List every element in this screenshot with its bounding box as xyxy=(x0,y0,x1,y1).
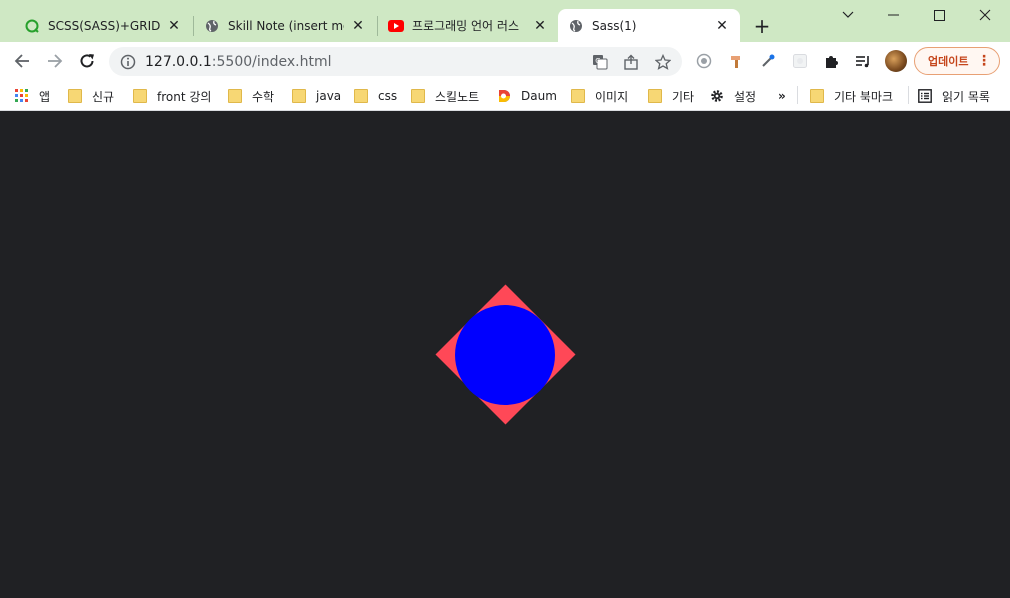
tab-strip: SCSS(SASS)+GRID+FL ✕ Skill Note (insert … xyxy=(0,0,1010,42)
bookmark-folder[interactable]: css xyxy=(354,85,397,107)
bookmark-star-icon[interactable] xyxy=(654,53,672,71)
close-icon[interactable]: ✕ xyxy=(532,18,548,34)
bookmark-folder[interactable]: 기타 xyxy=(648,85,694,107)
tab-title: SCSS(SASS)+GRID+FL xyxy=(48,18,160,33)
tab-title: Sass(1) xyxy=(592,18,637,33)
close-icon[interactable]: ✕ xyxy=(350,18,366,34)
extension-circle-icon[interactable] xyxy=(694,51,714,71)
bookmarks-overflow-button[interactable]: » xyxy=(778,85,786,107)
update-button[interactable]: 업데이트 ⋮ xyxy=(914,47,1000,75)
overflow-icon: » xyxy=(778,89,786,103)
bookmark-separator xyxy=(797,86,798,104)
gear-icon xyxy=(710,89,724,103)
tab-youtube[interactable]: 프로그래밍 언어 러스 ✕ xyxy=(378,9,558,42)
url-text[interactable]: 127.0.0.1:5500/index.html xyxy=(145,54,332,70)
address-bar[interactable]: 127.0.0.1:5500/index.html G xyxy=(109,47,682,76)
folder-icon xyxy=(133,89,147,103)
page-viewport xyxy=(0,112,1010,598)
forward-button[interactable] xyxy=(43,49,67,73)
url-host: 127.0.0.1 xyxy=(145,53,212,70)
youtube-icon xyxy=(388,18,404,34)
tab-scss-grid[interactable]: SCSS(SASS)+GRID+FL ✕ xyxy=(14,9,192,42)
bookmark-label: 설정 xyxy=(734,89,757,104)
bookmark-folder[interactable]: 이미지 xyxy=(571,85,628,107)
bookmark-folder[interactable]: front 강의 xyxy=(133,85,211,107)
maximize-button[interactable] xyxy=(916,0,962,30)
apps-grid-icon xyxy=(15,89,29,103)
folder-icon xyxy=(411,89,425,103)
bookmark-label: 읽기 목록 xyxy=(942,89,990,104)
bookmark-folder[interactable]: java xyxy=(292,85,341,107)
svg-text:G: G xyxy=(595,57,600,65)
sparkle-icon[interactable] xyxy=(790,51,810,71)
info-icon[interactable] xyxy=(120,54,136,70)
chevron-down-icon[interactable] xyxy=(825,0,871,30)
close-icon[interactable]: ✕ xyxy=(166,18,182,34)
reload-button[interactable] xyxy=(75,49,99,73)
bookmark-settings[interactable]: 설정 xyxy=(710,85,756,107)
folder-icon xyxy=(228,89,242,103)
bookmark-label: front 강의 xyxy=(157,89,212,104)
minimize-button[interactable] xyxy=(870,0,916,30)
browser-toolbar: 127.0.0.1:5500/index.html G 업데이트 ⋮ xyxy=(0,42,1010,80)
bookmark-label: 수학 xyxy=(252,89,275,104)
folder-icon xyxy=(68,89,82,103)
media-queue-icon[interactable] xyxy=(853,51,873,71)
tab-title: Skill Note (insert mod xyxy=(228,18,344,33)
back-button[interactable] xyxy=(10,49,34,73)
tab-skill-note[interactable]: Skill Note (insert mod ✕ xyxy=(194,9,376,42)
more-menu-icon[interactable]: ⋮ xyxy=(977,53,991,69)
new-tab-button[interactable]: + xyxy=(750,14,774,38)
folder-icon xyxy=(648,89,662,103)
bookmark-other-folder[interactable]: 기타 북마크 xyxy=(810,85,893,107)
blue-circle-shape xyxy=(455,305,555,405)
eyedropper-icon[interactable] xyxy=(758,51,778,71)
bookmark-apps[interactable]: 앱 xyxy=(15,85,50,107)
bookmark-label: 기타 북마크 xyxy=(834,89,894,104)
bookmark-label: css xyxy=(378,89,398,103)
green-circle-icon xyxy=(24,18,40,34)
bookmark-label: 신규 xyxy=(92,89,115,104)
folder-icon xyxy=(810,89,824,103)
folder-icon xyxy=(354,89,368,103)
share-icon[interactable] xyxy=(622,53,640,71)
tab-title: 프로그래밍 언어 러스 xyxy=(412,19,519,33)
bookmark-folder[interactable]: 스킬노트 xyxy=(411,85,479,107)
translate-icon[interactable]: G xyxy=(591,53,609,71)
globe-icon xyxy=(568,18,584,34)
bookmark-label: java xyxy=(316,89,342,103)
globe-icon xyxy=(204,18,220,34)
bookmark-label: 스킬노트 xyxy=(435,89,480,104)
bookmark-label: 앱 xyxy=(39,89,51,104)
close-window-button[interactable] xyxy=(962,0,1008,30)
bookmark-separator xyxy=(908,86,909,104)
update-button-label: 업데이트 xyxy=(928,55,969,68)
bookmark-folder[interactable]: 수학 xyxy=(228,85,274,107)
hammer-icon[interactable] xyxy=(727,51,747,71)
bookmarks-bar: 앱 신규 front 강의 수학 java css 스킬노트 Daum 이미지 … xyxy=(0,80,1010,111)
profile-avatar[interactable] xyxy=(885,50,907,72)
close-icon[interactable]: ✕ xyxy=(714,18,730,34)
tab-sass-active[interactable]: Sass(1) ✕ xyxy=(558,9,740,42)
bookmark-daum[interactable]: Daum xyxy=(497,85,557,107)
puzzle-icon[interactable] xyxy=(821,51,841,71)
folder-icon xyxy=(292,89,306,103)
bookmark-reading-list[interactable]: 읽기 목록 xyxy=(918,85,990,107)
bookmark-label: Daum xyxy=(521,89,557,103)
daum-logo-icon xyxy=(497,89,511,103)
bookmark-label: 이미지 xyxy=(595,89,629,104)
url-path: :5500/index.html xyxy=(211,53,332,70)
bookmark-label: 기타 xyxy=(672,89,695,104)
bookmark-folder[interactable]: 신규 xyxy=(68,85,114,107)
folder-icon xyxy=(571,89,585,103)
reading-list-icon xyxy=(918,89,932,103)
